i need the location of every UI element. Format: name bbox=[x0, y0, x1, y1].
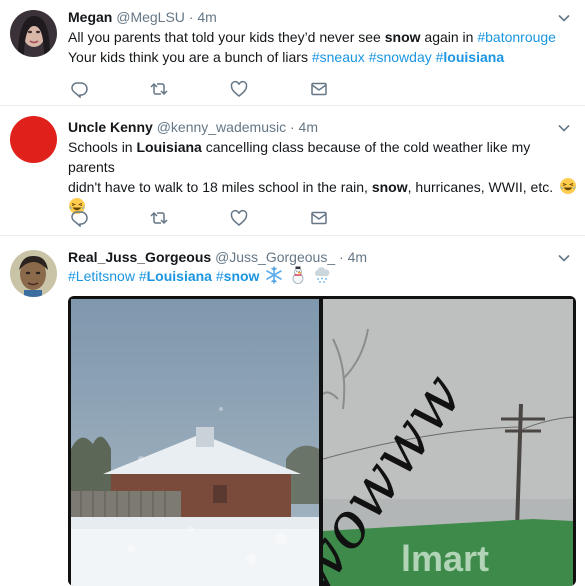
timestamp[interactable]: 4m bbox=[348, 249, 367, 265]
retweet-icon[interactable] bbox=[150, 80, 168, 98]
tweet-uncle-kenny[interactable]: Uncle Kenny @kenny_wademusic · 4m School… bbox=[0, 106, 585, 236]
separator-dot: · bbox=[188, 9, 194, 25]
avatar-uncle-kenny[interactable] bbox=[10, 116, 57, 163]
hashtag-sneaux[interactable]: #sneaux bbox=[312, 49, 365, 65]
display-name[interactable]: Uncle Kenny bbox=[68, 119, 153, 135]
user-handle[interactable]: @kenny_wademusic bbox=[157, 119, 286, 135]
user-handle[interactable]: @Juss_Gorgeous_ bbox=[215, 249, 335, 265]
tweet-megan[interactable]: Megan @MegLSU · 4m All you parents that … bbox=[0, 0, 585, 106]
reply-icon[interactable] bbox=[70, 80, 88, 98]
retweet-icon[interactable] bbox=[150, 209, 168, 227]
reply-icon[interactable] bbox=[70, 209, 88, 227]
hashtag-letitsnow[interactable]: #Letitsnow bbox=[68, 268, 135, 284]
snowman-icon bbox=[292, 266, 304, 284]
text-segment: , hurricanes, WWII, etc. bbox=[407, 179, 554, 195]
tweet-text: All you parents that told your kids they… bbox=[68, 27, 578, 67]
photo-snowy-sign[interactable]: lmart wowww bbox=[323, 299, 573, 586]
hashtag-louisiana[interactable]: #louisiana bbox=[436, 49, 504, 65]
chevron-down-icon[interactable] bbox=[557, 251, 571, 265]
tweet-header: Real_Juss_Gorgeous @Juss_Gorgeous_ · 4m bbox=[68, 248, 367, 266]
text-segment: All you parents that told your kids they… bbox=[68, 29, 385, 45]
text-segment: Your kids think you are a bunch of liars bbox=[68, 49, 312, 65]
message-icon[interactable] bbox=[310, 80, 328, 98]
timestamp[interactable]: 4m bbox=[299, 119, 318, 135]
text-segment: again in bbox=[420, 29, 478, 45]
avatar-real-juss-gorgeous[interactable] bbox=[10, 250, 57, 297]
snowflake-icon bbox=[266, 266, 283, 284]
text-segment: didn't have to walk to 18 miles school i… bbox=[68, 179, 372, 195]
user-handle[interactable]: @MegLSU bbox=[116, 9, 185, 25]
text-segment: Schools in bbox=[68, 139, 137, 155]
tweet-media[interactable]: lmart wowww bbox=[68, 296, 576, 586]
display-name[interactable]: Megan bbox=[68, 9, 112, 25]
display-name[interactable]: Real_Juss_Gorgeous bbox=[68, 249, 211, 265]
tweet-text: #Letitsnow #Louisiana #snow bbox=[68, 266, 578, 286]
message-icon[interactable] bbox=[310, 209, 328, 227]
separator-dot: · bbox=[289, 119, 295, 135]
tweet-header: Uncle Kenny @kenny_wademusic · 4m bbox=[68, 118, 318, 136]
tweet-header: Megan @MegLSU · 4m bbox=[68, 8, 217, 26]
photo-snowy-house[interactable] bbox=[71, 299, 319, 586]
hashtag-louisiana[interactable]: #Louisiana bbox=[139, 268, 212, 284]
like-icon[interactable] bbox=[230, 209, 248, 227]
sign-text: lmart bbox=[401, 538, 489, 579]
tweet-text: Schools in Louisiana cancelling class be… bbox=[68, 137, 578, 217]
highlight-snow: snow bbox=[371, 179, 408, 195]
laughing-emoji-icon bbox=[560, 178, 576, 194]
hashtag-batonrouge[interactable]: #batonrouge bbox=[477, 29, 556, 45]
hashtag-snowday[interactable]: #snowday bbox=[369, 49, 432, 65]
timestamp[interactable]: 4m bbox=[197, 9, 216, 25]
like-icon[interactable] bbox=[230, 80, 248, 98]
snow-cloud-icon bbox=[315, 267, 330, 283]
separator-dot: · bbox=[339, 249, 344, 265]
avatar-megan[interactable] bbox=[10, 10, 57, 57]
highlight-louisiana: Louisiana bbox=[136, 139, 202, 155]
chevron-down-icon[interactable] bbox=[557, 121, 571, 135]
chevron-down-icon[interactable] bbox=[557, 11, 571, 25]
hashtag-snow[interactable]: #snow bbox=[216, 268, 260, 284]
highlight-snow: snow bbox=[384, 29, 421, 45]
